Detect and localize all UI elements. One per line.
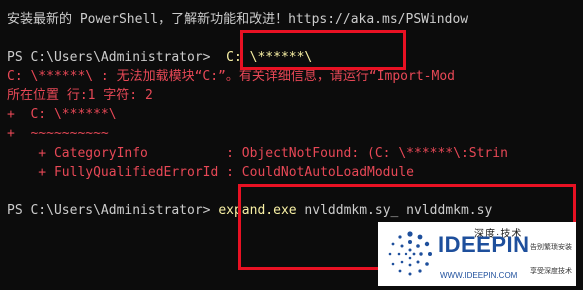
command-name: expand.exe xyxy=(218,203,297,218)
ideepin-watermark: 深度·技术 IDEEPIN WWW.IDEEPIN.COM 告别繁琐安装 享受深… xyxy=(378,222,576,286)
watermark-brand: IDEEPIN xyxy=(438,232,530,257)
watermark-tagline-2: 享受深度技术 xyxy=(530,268,572,275)
error-category-info: + CategoryInfo : ObjectNotFound: (C: \**… xyxy=(7,146,508,161)
watermark-tagline-1: 告别繁琐安装 xyxy=(530,244,572,251)
error-underline: + ~~~~~~~~~~ xyxy=(7,126,109,141)
prompt-line-1: PS C:\Users\Administrator> C: \******\ xyxy=(7,48,312,67)
prompt-text: PS C:\Users\Administrator> xyxy=(7,203,219,218)
watermark-url: WWW.IDEEPIN.COM xyxy=(440,271,518,280)
error-location: 所在位置 行:1 字符: 2 xyxy=(7,88,153,103)
command-arguments: nvlddmkm.sy_ nvlddmkm.sy xyxy=(296,203,493,218)
powershell-terminal[interactable]: 安装最新的 PowerShell，了解新功能和改进！https://aka.ms… xyxy=(0,0,583,290)
error-fully-qualified-id: + FullyQualifiedErrorId : CouldNotAutoLo… xyxy=(7,165,414,180)
update-banner: 安装最新的 PowerShell，了解新功能和改进！https://aka.ms… xyxy=(7,12,469,27)
ideepin-logo-icon xyxy=(388,231,432,276)
prompt-text: PS C:\Users\Administrator> xyxy=(7,50,219,65)
command-text-1: C: \******\ xyxy=(218,50,313,65)
prompt-line-2[interactable]: PS C:\Users\Administrator> expand.exe nv… xyxy=(7,201,492,220)
error-message: C: \******\ : 无法加载模块“C:”。有关详细信息，请运行“Impo… xyxy=(7,69,455,84)
error-source-line: + C: \******\ xyxy=(7,107,117,122)
